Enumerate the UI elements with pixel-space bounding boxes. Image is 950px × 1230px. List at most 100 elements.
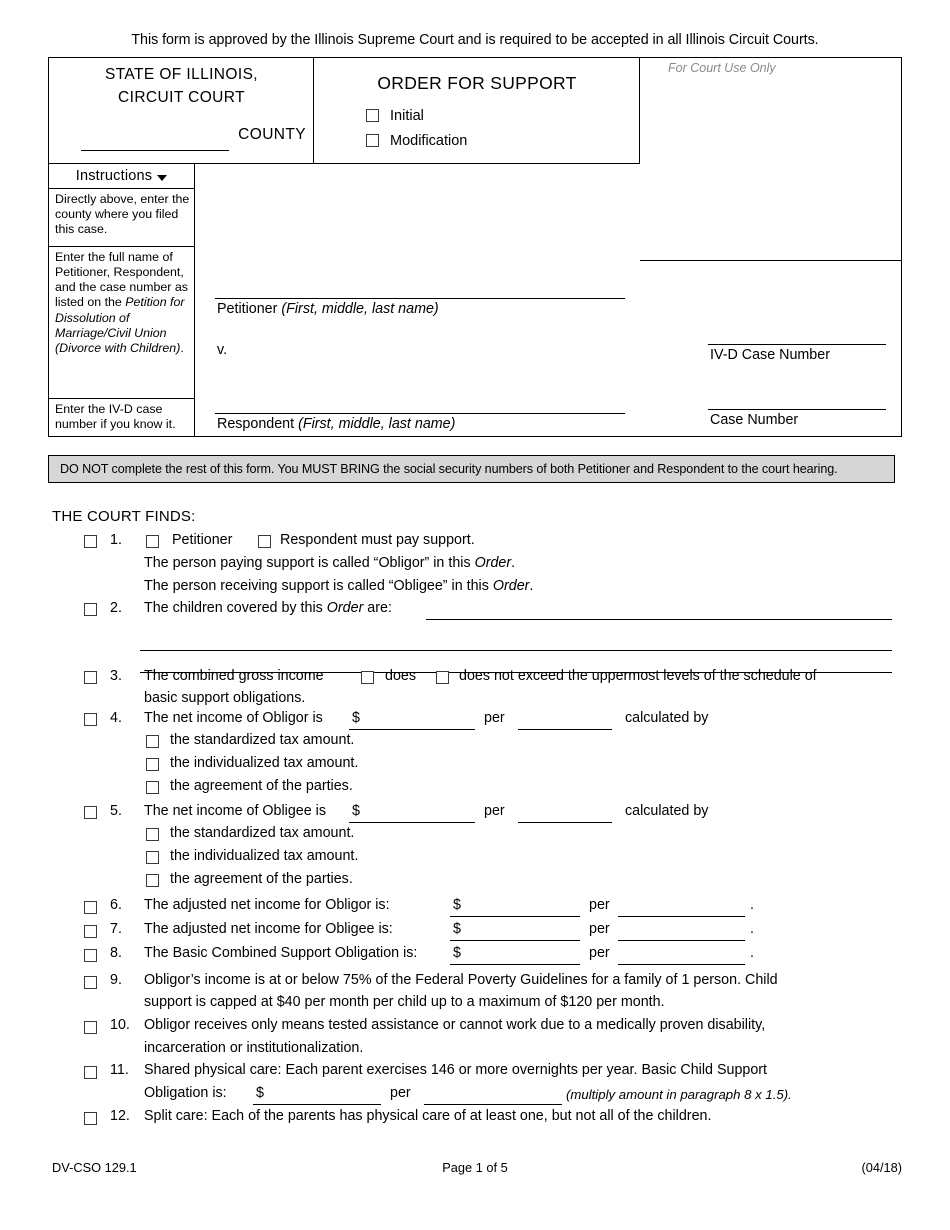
parties-block: Petitioner (First, middle, last name) v.… — [195, 163, 640, 436]
item-1-note-obligor-end: . — [511, 555, 516, 571]
item-1-respondent-label: Respondent must pay support. — [280, 532, 475, 548]
item-1-petitioner-label: Petitioner — [172, 532, 233, 548]
item-4-sub-1-label: the standardized tax amount. — [170, 732, 355, 748]
checkbox-item-8[interactable] — [84, 949, 97, 962]
item-5-sub-2-label: the individualized tax amount. — [170, 848, 359, 864]
form-title-cell: ORDER FOR SUPPORT Initial Modification — [314, 58, 640, 163]
item-8-tail: . — [750, 945, 754, 961]
ivd-case-number-input[interactable] — [708, 344, 886, 345]
item-8-text: The Basic Combined Support Obligation is… — [144, 945, 418, 961]
item-9-line-2: support is capped at $40 per month per c… — [144, 994, 665, 1010]
versus-label: v. — [217, 342, 228, 358]
checkbox-item-2[interactable] — [84, 603, 97, 616]
petitioner-input[interactable] — [215, 298, 625, 299]
checkbox-item-4-individualized[interactable] — [146, 758, 159, 771]
item-8-period-input[interactable] — [618, 964, 745, 965]
item-5-period-input[interactable] — [518, 822, 612, 823]
instruction-block-ivd: Enter the IV-D case number if you know i… — [49, 399, 194, 435]
item-4-number: 4. — [110, 710, 122, 726]
checkbox-item-5-standardized[interactable] — [146, 828, 159, 841]
item-7-period-input[interactable] — [618, 940, 745, 941]
item-8-amount-input[interactable] — [450, 964, 580, 965]
item-11-obligation-label: Obligation is: — [144, 1085, 227, 1101]
checkbox-item-3-does[interactable] — [361, 671, 374, 684]
item-11-amount-input[interactable] — [253, 1104, 381, 1105]
petitioner-label-text: Petitioner — [217, 301, 278, 317]
item-5-sub-1-label: the standardized tax amount. — [170, 825, 355, 841]
item-2-text-italic: Order — [326, 600, 364, 616]
checkbox-item-4-standardized[interactable] — [146, 735, 159, 748]
checkbox-item-7[interactable] — [84, 925, 97, 938]
checkbox-item-1[interactable] — [84, 535, 97, 548]
respondent-input[interactable] — [215, 413, 625, 414]
item-9-number: 9. — [110, 972, 122, 988]
checkbox-item-12[interactable] — [84, 1112, 97, 1125]
instructions-heading-label: Instructions — [75, 167, 153, 184]
item-7-currency: $ — [453, 921, 461, 937]
item-2-text-a: The children covered by this — [144, 600, 327, 616]
respondent-hint: (First, middle, last name) — [298, 416, 456, 432]
item-6-tail: . — [750, 897, 754, 913]
checkbox-item-4-agreement[interactable] — [146, 781, 159, 794]
item-4-amount-input[interactable] — [349, 729, 475, 730]
item-11-parenthetical: (multiply amount in paragraph 8 x 1.5). — [566, 1087, 792, 1102]
item-7-per-label: per — [589, 921, 610, 937]
checkbox-item-9[interactable] — [84, 976, 97, 989]
item-1-number: 1. — [110, 532, 122, 548]
item-2-children-input-1[interactable] — [426, 619, 892, 620]
checkbox-modification-label: Modification — [390, 133, 468, 149]
item-11-period-input[interactable] — [424, 1104, 562, 1105]
item-10-number: 10. — [110, 1017, 130, 1033]
checkbox-item-5-individualized[interactable] — [146, 851, 159, 864]
checkbox-item-11[interactable] — [84, 1066, 97, 1079]
item-1-note-obligee: The person receiving support is called “… — [144, 578, 533, 594]
instruction-text-names-suffix: . — [180, 340, 184, 355]
item-7-amount-input[interactable] — [450, 940, 580, 941]
item-1-note-obligor-italic: Order — [474, 555, 512, 571]
checkbox-item-10[interactable] — [84, 1021, 97, 1034]
item-3-text-a: The combined gross income — [144, 668, 324, 684]
item-5-amount-input[interactable] — [349, 822, 475, 823]
item-8-number: 8. — [110, 945, 122, 961]
item-11-number: 11. — [110, 1062, 129, 1078]
checkbox-modification[interactable]: Modification — [366, 133, 467, 149]
instructions-heading[interactable]: Instructions — [49, 163, 194, 189]
item-6-period-input[interactable] — [618, 916, 745, 917]
checkbox-item-6[interactable] — [84, 901, 97, 914]
checkbox-modification-box[interactable] — [366, 133, 379, 147]
item-1-note-obligee-end: . — [529, 578, 534, 594]
checkbox-item-5[interactable] — [84, 806, 97, 819]
findings-heading: THE COURT FINDS: — [52, 508, 196, 525]
checkbox-item-1-petitioner[interactable] — [146, 535, 159, 548]
state-line-1: STATE OF ILLINOIS, — [104, 66, 259, 83]
item-5-currency: $ — [352, 803, 360, 819]
item-10-line-1: Obligor receives only means tested assis… — [144, 1017, 766, 1033]
checkbox-item-4[interactable] — [84, 713, 97, 726]
item-6-amount-input[interactable] — [450, 916, 580, 917]
item-7-number: 7. — [110, 921, 122, 937]
item-11-per-label: per — [390, 1085, 411, 1101]
case-number-input[interactable] — [708, 409, 886, 410]
chevron-down-icon[interactable] — [157, 174, 168, 181]
item-4-period-input[interactable] — [518, 729, 612, 730]
checkbox-item-3[interactable] — [84, 671, 97, 684]
respondent-label: Respondent (First, middle, last name) — [217, 416, 455, 432]
checkbox-initial[interactable]: Initial — [366, 108, 424, 124]
checkbox-item-5-agreement[interactable] — [146, 874, 159, 887]
item-4-text: The net income of Obligor is — [144, 710, 323, 726]
item-2-children-input-2[interactable] — [140, 650, 892, 651]
checkbox-initial-box[interactable] — [366, 108, 379, 122]
instruction-text-county: Directly above, enter the county where y… — [55, 192, 190, 237]
item-4-sub-2-label: the individualized tax amount. — [170, 755, 359, 771]
caption-table: STATE OF ILLINOIS, CIRCUIT COURT COUNTY … — [48, 57, 902, 437]
county-input[interactable] — [81, 150, 229, 151]
case-number-block: IV-D Case Number Case Number — [640, 261, 901, 436]
petitioner-label: Petitioner (First, middle, last name) — [217, 301, 439, 317]
checkbox-item-1-respondent[interactable] — [258, 535, 271, 548]
item-2-number: 2. — [110, 600, 122, 616]
footer-page-number: Page 1 of 5 — [442, 1160, 508, 1175]
checkbox-item-3-does-not[interactable] — [436, 671, 449, 684]
court-use-only-cell: For Court Use Only — [640, 58, 902, 261]
page-title: ORDER FOR SUPPORT — [377, 73, 577, 93]
instruction-text-ivd: Enter the IV-D case number if you know i… — [55, 402, 176, 432]
